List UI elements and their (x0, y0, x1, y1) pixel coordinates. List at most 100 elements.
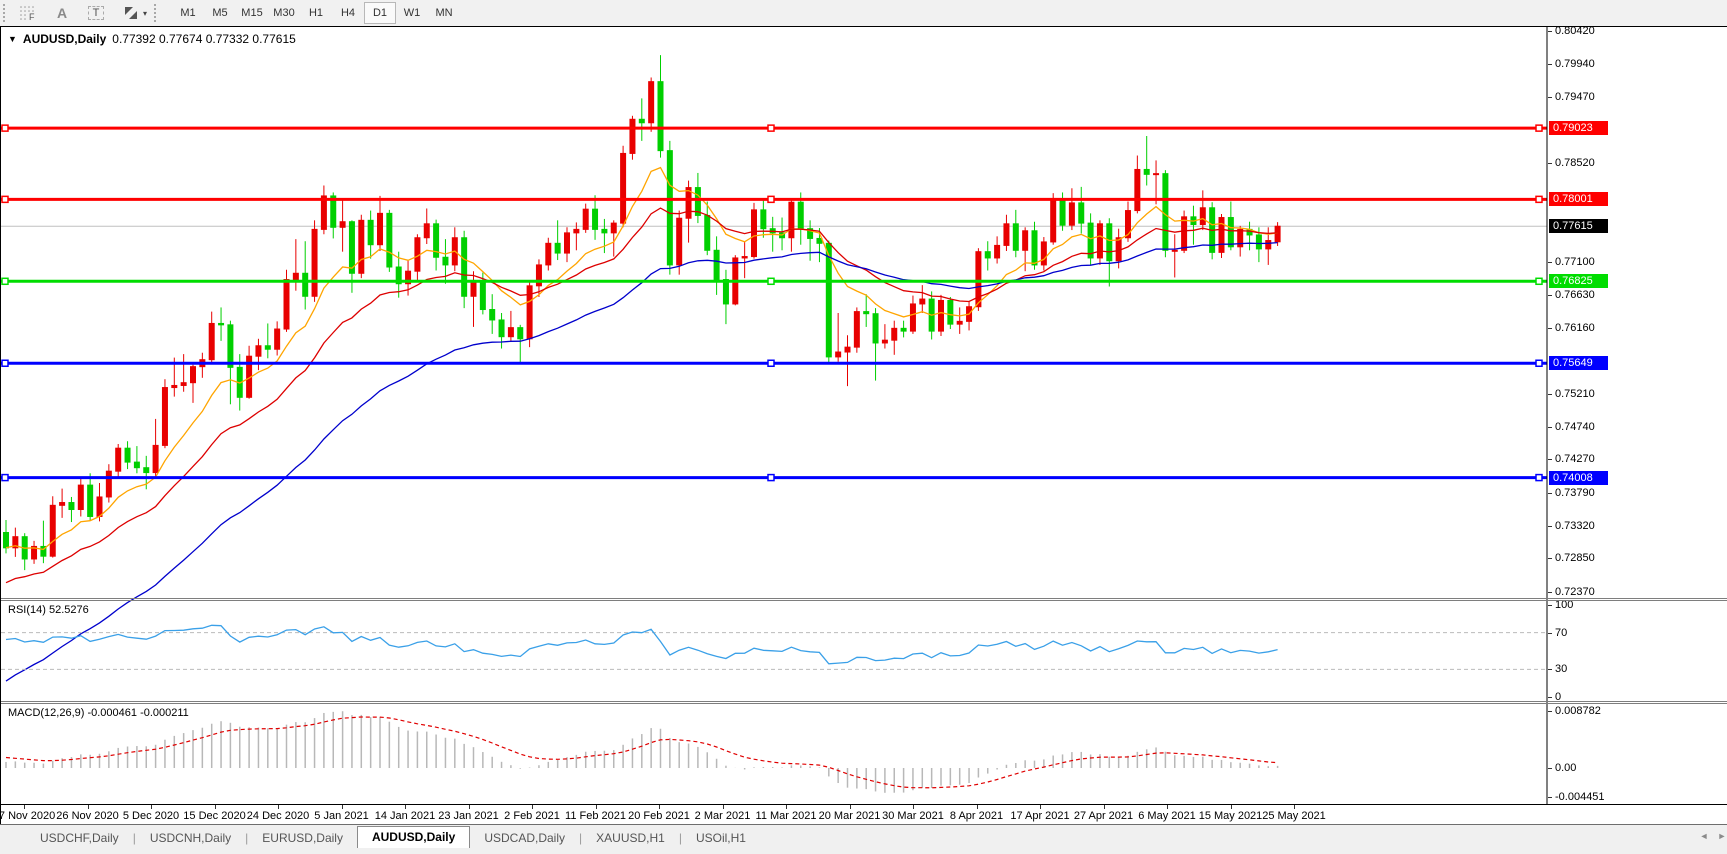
date-axis-tick (786, 805, 787, 809)
date-axis-label: 11 Mar 2021 (756, 810, 817, 822)
price-axis-label: 0.79940 (1555, 58, 1595, 70)
rsi-axis-label: 70 (1555, 627, 1567, 639)
price-axis-tick (1548, 31, 1552, 32)
date-axis-label: 5 Dec 2020 (123, 810, 179, 822)
rsi-axis-tick (1548, 633, 1552, 634)
date-axis-tick (469, 805, 470, 809)
timeframe-h1[interactable]: H1 (300, 2, 332, 24)
price-axis-tick (1548, 328, 1552, 329)
tab-eurusd[interactable]: EURUSD,Daily (248, 828, 357, 848)
timeframe-m30[interactable]: M30 (268, 2, 300, 24)
font-a-icon[interactable]: A (49, 2, 75, 24)
toolbar: F A T ▾ M1M5M15M30H1H4D1W1MN (0, 0, 1727, 27)
price-axis-tick (1548, 295, 1552, 296)
macd-layer (6, 711, 1278, 793)
date-axis-tick (1040, 805, 1041, 809)
ohlc-values: 0.77392 0.77674 0.77332 0.77615 (112, 32, 296, 46)
price-axis-tick (1548, 427, 1552, 428)
date-axis-tick (342, 805, 343, 809)
timeframe-d1[interactable]: D1 (364, 2, 396, 24)
date-axis-label: 2 Feb 2021 (504, 810, 560, 822)
date-axis-tick (659, 805, 660, 809)
price-axis-tick (1548, 558, 1552, 559)
date-axis-label: 15 May 2021 (1199, 810, 1263, 822)
timeframe-h4[interactable]: H4 (332, 2, 364, 24)
price-axis-label: 0.78520 (1555, 157, 1595, 169)
macd-axis-tick (1548, 797, 1552, 798)
date-axis-tick (532, 805, 533, 809)
date-axis-tick (850, 805, 851, 809)
symbol-dropdown-icon[interactable]: ▼ (8, 34, 17, 44)
symbol-label: AUDUSD,Daily (23, 32, 106, 46)
timeframe-m1[interactable]: M1 (172, 2, 204, 24)
price-axis-tick (1548, 493, 1552, 494)
date-axis-tick (1167, 805, 1168, 809)
tab-usdchf[interactable]: USDCHF,Daily (26, 828, 133, 848)
date-axis-label: 20 Mar 2021 (819, 810, 881, 822)
date-axis-tick (215, 805, 216, 809)
tab-xauusd[interactable]: XAUUSD,H1 (582, 828, 679, 848)
text-label-icon[interactable]: T (83, 2, 109, 24)
status-strip (0, 848, 1727, 854)
tabbar-scroll-left[interactable]: ◄ (1698, 830, 1710, 842)
dropdown-caret-icon: ▾ (143, 9, 147, 18)
price-line-badge: 0.74008 (1549, 471, 1608, 485)
price-axis-tick (1548, 262, 1552, 263)
macd-axis-tick (1548, 768, 1552, 769)
toolbar-grip-2[interactable] (154, 4, 162, 22)
panel-separator[interactable] (1, 598, 1727, 599)
timeframe-w1[interactable]: W1 (396, 2, 428, 24)
price-line-badge: 0.78001 (1549, 192, 1608, 206)
date-axis-label: 26 Nov 2020 (56, 810, 118, 822)
price-axis-label: 0.73790 (1555, 487, 1595, 499)
tab-audusd[interactable]: AUDUSD,Daily (357, 826, 470, 848)
rsi-axis-tick (1548, 605, 1552, 606)
tab-usdcnh[interactable]: USDCNH,Daily (136, 828, 245, 848)
date-axis-tick (977, 805, 978, 809)
rsi-axis-tick (1548, 697, 1552, 698)
date-axis-label: 15 Dec 2020 (183, 810, 245, 822)
timeframe-m5[interactable]: M5 (204, 2, 236, 24)
grid-snap-icon[interactable]: F (15, 2, 41, 24)
grid-snap-icon-svg: F (19, 5, 37, 21)
macd-axis-label: 0.008782 (1555, 705, 1601, 717)
macd-axis-label: 0.00 (1555, 762, 1576, 774)
text-label-icon-box: T (88, 6, 105, 20)
panel-separator[interactable] (1, 703, 1727, 704)
tab-usoil[interactable]: USOil,H1 (682, 828, 760, 848)
date-axis-label: 17 Nov 2020 (0, 810, 55, 822)
date-axis-label: 17 Apr 2021 (1010, 810, 1069, 822)
tab-usdcad[interactable]: USDCAD,Daily (470, 828, 579, 848)
chart-canvas[interactable] (1, 27, 1727, 825)
date-axis-label: 14 Jan 2021 (375, 810, 436, 822)
panel-separator[interactable] (1, 600, 1727, 601)
candles-layer (4, 55, 1281, 570)
toolbar-grip[interactable] (3, 4, 11, 22)
date-axis-tick (278, 805, 279, 809)
mt4-window: F A T ▾ M1M5M15M30H1H4D1W1MN ▼ AUDUSD,Da… (0, 0, 1727, 854)
date-axis-label: 8 Apr 2021 (950, 810, 1003, 822)
tabbar-scroll-right[interactable]: ► (1716, 830, 1727, 842)
price-axis-tick (1548, 163, 1552, 164)
price-axis-label: 0.72370 (1555, 586, 1595, 598)
date-axis-label: 30 Mar 2021 (882, 810, 944, 822)
price-axis-tick (1548, 97, 1552, 98)
price-axis-label: 0.73320 (1555, 520, 1595, 532)
price-axis-tick (1548, 64, 1552, 65)
price-line-badge: 0.75649 (1549, 356, 1608, 370)
price-axis-tick (1548, 592, 1552, 593)
date-axis-label: 11 Feb 2021 (565, 810, 626, 822)
price-axis-label: 0.80420 (1555, 25, 1595, 37)
panel-separator[interactable] (1, 701, 1727, 702)
arrows-tool-icon-svg (121, 5, 141, 21)
price-axis-label: 0.76160 (1555, 322, 1595, 334)
timeframe-m15[interactable]: M15 (236, 2, 268, 24)
date-axis-label: 5 Jan 2021 (314, 810, 368, 822)
moving-averages-layer (6, 168, 1278, 682)
symbol-tabbar: USDCHF,Daily|USDCNH,Daily|EURUSD,DailyAU… (0, 824, 1727, 848)
rsi-layer (1, 625, 1547, 669)
arrows-tool-icon[interactable]: ▾ (117, 2, 151, 24)
timeframe-mn[interactable]: MN (428, 2, 460, 24)
date-axis-tick (1231, 805, 1232, 809)
date-axis-tick (151, 805, 152, 809)
